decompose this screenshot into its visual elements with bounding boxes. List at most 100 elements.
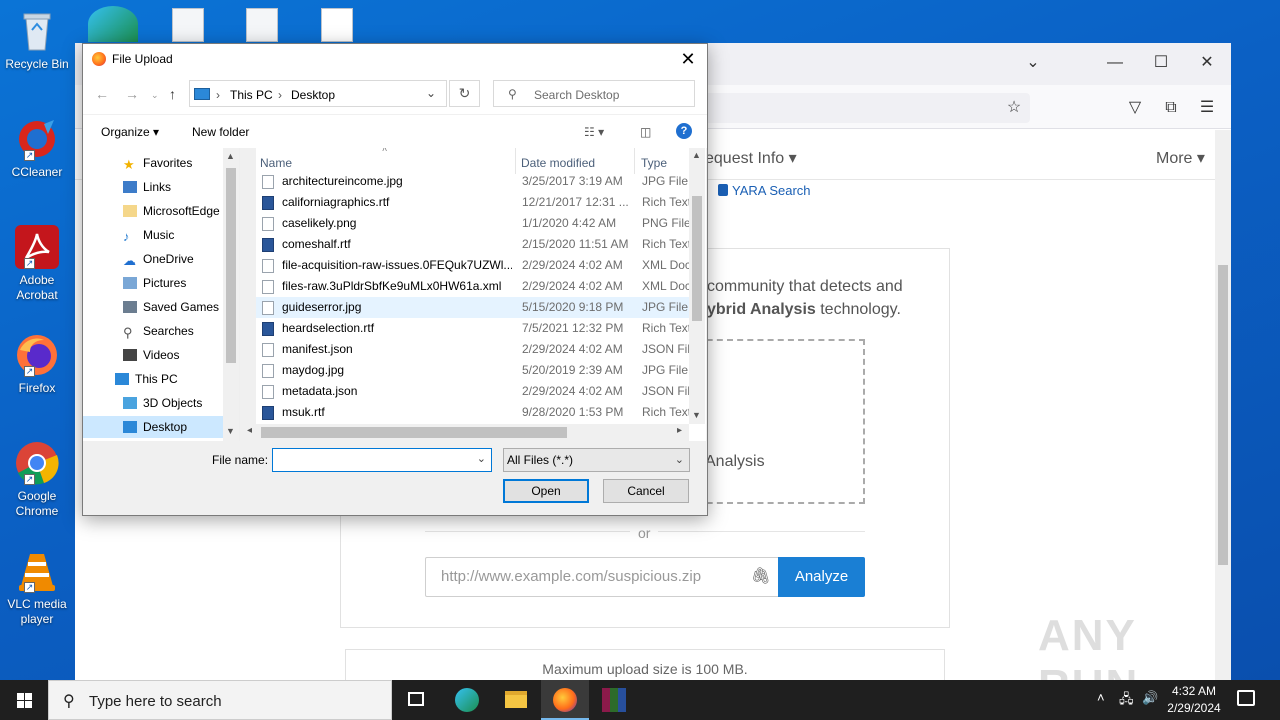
paperclip-icon[interactable]: 🖇	[751, 558, 771, 596]
vlc-icon: ↗	[14, 548, 60, 594]
desktop-file-icon[interactable]	[246, 8, 278, 42]
pocket-icon[interactable]: ▽	[1125, 98, 1145, 118]
file-row[interactable]: guideserror.jpg 5/15/2020 9:18 PM JPG File	[256, 297, 692, 318]
notifications-icon[interactable]	[1237, 690, 1255, 706]
file-row[interactable]: manifest.json 2/29/2024 4:02 AM JSON File	[256, 339, 692, 360]
minimize-button[interactable]: —	[1105, 53, 1125, 73]
address-bar[interactable]: › This PC › Desktop ⌄	[189, 80, 447, 107]
desktop-file-icon[interactable]	[172, 8, 204, 42]
file-name: metadata.json	[282, 384, 358, 398]
edge-desktop-icon[interactable]	[88, 6, 138, 42]
firefox-taskbar-icon[interactable]	[541, 680, 589, 720]
file-row[interactable]: caselikely.png 1/1/2020 4:42 AM PNG File	[256, 213, 692, 234]
breadcrumb-this-pc[interactable]: This PC	[230, 88, 273, 102]
taskbar: ⚲ Type here to search ˄ 🖧 🔊 4:32 AM 2/29…	[0, 680, 1280, 720]
file-date: 2/29/2024 4:02 AM	[522, 258, 623, 272]
file-row[interactable]: metadata.json 2/29/2024 4:02 AM JSON File	[256, 381, 692, 402]
tree-item-desktop[interactable]: Desktop	[83, 416, 223, 438]
page-scrollbar[interactable]	[1215, 130, 1231, 680]
desktop-icon-vlc[interactable]: ↗ VLC media player	[2, 548, 72, 627]
recent-locations-icon[interactable]: ⌄	[151, 90, 159, 101]
extensions-icon[interactable]: ⧉	[1161, 98, 1181, 118]
scrollbar-thumb[interactable]	[261, 427, 567, 438]
edge-taskbar-icon[interactable]	[442, 680, 490, 720]
file-type: Rich Text	[642, 405, 692, 419]
url-input[interactable]: http://www.example.com/suspicious.zip 🖇	[425, 557, 780, 597]
file-row[interactable]: file-acquisition-raw-issues.0FEQuk7UZWl.…	[256, 255, 692, 276]
file-row[interactable]: californiagraphics.rtf 12/21/2017 12:31 .…	[256, 192, 692, 213]
open-button[interactable]: Open	[503, 479, 589, 503]
volume-icon[interactable]: 🔊	[1142, 690, 1158, 706]
desktop-icon-label: Adobe Acrobat	[16, 273, 58, 302]
desktop-icon-google-chrome[interactable]: ↗ Google Chrome	[2, 440, 72, 519]
desktop-icon-adobe-acrobat[interactable]: ↗ Adobe Acrobat	[2, 224, 72, 303]
tree-item-this-pc[interactable]: This PC	[115, 368, 239, 390]
file-name: comeshalf.rtf	[282, 237, 351, 251]
search-input[interactable]: ⚲ Search Desktop	[493, 80, 695, 107]
menu-icon[interactable]: ☰	[1197, 98, 1217, 118]
firefox-icon: ↗	[14, 332, 60, 378]
chevron-down-icon[interactable]: ⌄	[1023, 53, 1043, 73]
desktop-icon-recycle-bin[interactable]: Recycle Bin	[2, 8, 72, 72]
dialog-titlebar: File Upload ✕	[83, 44, 707, 74]
help-icon[interactable]: ?	[676, 123, 692, 139]
up-arrow-icon[interactable]: ↑	[169, 86, 176, 102]
new-folder-button[interactable]: New folder	[192, 125, 249, 139]
column-header-date[interactable]: Date modified	[521, 156, 595, 170]
chrome-icon: ↗	[14, 440, 60, 486]
nav-request-info[interactable]: equest Info ▾	[705, 148, 797, 168]
tree-scrollbar[interactable]: ▲ ▼	[223, 148, 239, 441]
network-icon[interactable]: 🖧	[1119, 690, 1134, 712]
organize-button[interactable]: Organize ▾	[101, 125, 159, 139]
file-row[interactable]: architectureincome.jpg 3/25/2017 3:19 AM J…	[256, 171, 692, 192]
close-icon[interactable]: ✕	[677, 48, 699, 70]
scrollbar-thumb[interactable]	[1218, 265, 1228, 565]
recycle-bin-icon	[14, 8, 60, 54]
nav-more[interactable]: More ▾	[1156, 148, 1205, 168]
winrar-taskbar-icon[interactable]	[590, 680, 638, 720]
file-name-field[interactable]: ⌄	[272, 448, 492, 472]
column-header-type[interactable]: Type	[641, 156, 667, 170]
chevron-up-icon[interactable]: ˄	[1097, 690, 1105, 705]
refresh-button[interactable]: ↻	[449, 80, 480, 107]
taskbar-search-input[interactable]: ⚲ Type here to search	[48, 680, 392, 720]
file-date: 2/29/2024 4:02 AM	[522, 342, 623, 356]
column-header-name[interactable]: Name	[260, 156, 292, 170]
file-name: heardselection.rtf	[282, 321, 375, 335]
back-arrow-icon[interactable]: ←	[95, 86, 109, 102]
close-button[interactable]: ✕	[1197, 53, 1217, 73]
chevron-down-icon[interactable]: ⌄	[477, 452, 486, 465]
chevron-down-icon[interactable]: ⌄	[426, 86, 436, 100]
preview-pane-icon[interactable]: ◫	[640, 125, 651, 139]
scrollbar-thumb[interactable]	[226, 168, 236, 363]
file-row[interactable]: maydog.jpg 5/20/2019 2:39 AM JPG File	[256, 360, 692, 381]
desktop-file-icon[interactable]	[321, 8, 353, 42]
start-button[interactable]	[0, 680, 48, 720]
this-pc-icon	[194, 88, 210, 100]
document-file-icon	[262, 385, 274, 399]
file-list-scrollbar[interactable]: ▲ ▼	[689, 148, 705, 424]
file-row[interactable]: files-raw.3uPldrSbfKe9uMLx0HW61a.xml 2/29…	[256, 276, 692, 297]
file-upload-dialog: File Upload ✕ ← → ⌄ ↑ › This PC › Deskto…	[82, 43, 708, 516]
breadcrumb-desktop[interactable]: Desktop	[291, 88, 335, 102]
view-options-icon[interactable]: ☷ ▾	[584, 125, 604, 139]
task-view-icon[interactable]	[392, 680, 440, 720]
file-row[interactable]: msuk.rtf 9/28/2020 1:53 PM Rich Text	[256, 402, 692, 423]
file-type: XML Doc	[642, 279, 691, 293]
yara-search-link[interactable]: YARA Search	[718, 183, 811, 198]
file-type-select[interactable]: All Files (*.*) ⌄	[503, 448, 690, 472]
desktop-icon-firefox[interactable]: ↗ Firefox	[2, 332, 72, 396]
file-explorer-icon[interactable]	[492, 680, 540, 720]
clock[interactable]: 4:32 AM 2/29/2024	[1160, 683, 1228, 717]
file-list-hscrollbar[interactable]: ◂ ▸	[243, 424, 689, 441]
desktop-icon-ccleaner[interactable]: ↗ CCleaner	[2, 116, 72, 180]
bookmark-star-icon[interactable]: ☆	[1004, 98, 1024, 118]
url-bar[interactable]	[675, 93, 1030, 123]
forward-arrow-icon[interactable]: →	[125, 86, 139, 102]
maximize-button[interactable]: ☐	[1151, 53, 1171, 73]
file-row[interactable]: comeshalf.rtf 2/15/2020 11:51 AM Rich Text	[256, 234, 692, 255]
analyze-button[interactable]: Analyze	[778, 557, 865, 597]
scrollbar-thumb[interactable]	[692, 196, 702, 321]
file-row[interactable]: heardselection.rtf 7/5/2021 12:32 PM Rich …	[256, 318, 692, 339]
cancel-button[interactable]: Cancel	[603, 479, 689, 503]
